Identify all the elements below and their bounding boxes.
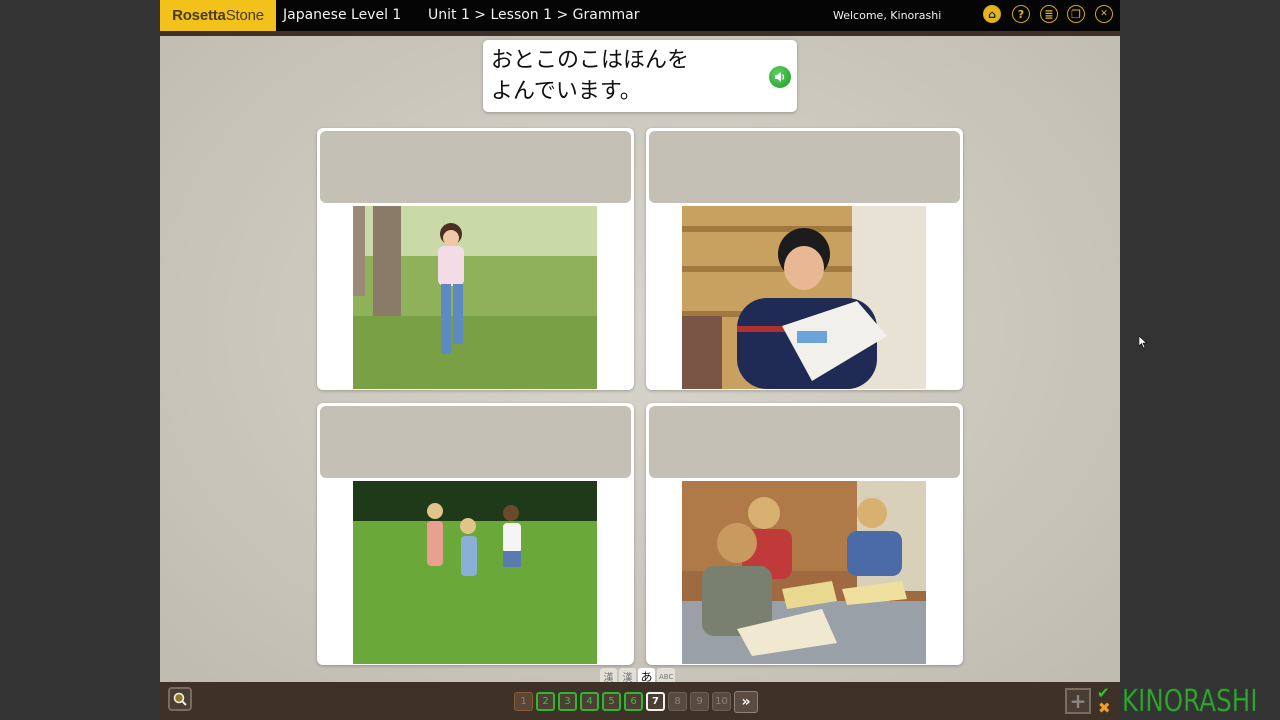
card-drop-label[interactable]: [320, 406, 631, 478]
prompt-line-1: おとこのこはほんを: [491, 48, 690, 73]
screen-pager: 1 2 3 4 5 6 7 8 9 10 »: [514, 691, 758, 713]
rosetta-stone-logo: Rosetta Stone: [160, 0, 276, 31]
card-drop-label[interactable]: [649, 131, 960, 203]
home-icon[interactable]: ⌂: [983, 5, 1001, 23]
watermark-text: KINORASHI: [1122, 684, 1258, 720]
plus-icon[interactable]: +: [1065, 688, 1091, 714]
page-button-4[interactable]: 4: [580, 692, 599, 711]
rosetta-stone-window: Rosetta Stone Japanese Level 1 Unit 1 > L…: [160, 0, 1120, 720]
photo-children-running: [353, 481, 597, 664]
breadcrumb[interactable]: Unit 1 > Lesson 1 > Grammar: [428, 7, 639, 23]
page-button-3[interactable]: 3: [558, 692, 577, 711]
logo-bold-text: Rosetta: [172, 7, 226, 24]
magnify-button[interactable]: [168, 687, 192, 711]
card-drop-label[interactable]: [320, 131, 631, 203]
photo-girl-running: [353, 206, 597, 389]
page-button-8[interactable]: 8: [668, 692, 687, 711]
photo-boy-reading: [682, 206, 926, 389]
next-screen-button[interactable]: »: [734, 691, 758, 713]
answer-card[interactable]: [317, 128, 634, 390]
mouse-cursor-icon: [1139, 336, 1148, 349]
prompt-text: おとこのこはほんを よんでいます。: [491, 45, 741, 107]
page-button-10[interactable]: 10: [712, 692, 731, 711]
magnifier-icon: [173, 692, 187, 706]
course-title: Japanese Level 1: [283, 7, 402, 23]
page-button-6[interactable]: 6: [624, 692, 643, 711]
top-bar-divider: [160, 31, 1120, 36]
answer-card[interactable]: [646, 403, 963, 665]
speaker-icon[interactable]: [769, 66, 791, 88]
card-drop-label[interactable]: [649, 406, 960, 478]
prompt-box: おとこのこはほんを よんでいます。: [483, 40, 797, 112]
answer-card[interactable]: [646, 128, 963, 390]
prompt-line-2: よんでいます。: [491, 79, 642, 104]
page-button-1[interactable]: 1: [514, 692, 533, 711]
menu-list-icon[interactable]: ≣: [1040, 5, 1058, 23]
close-icon[interactable]: ✕: [1095, 5, 1113, 23]
logo-light-text: Stone: [225, 7, 264, 24]
page-button-5[interactable]: 5: [602, 692, 621, 711]
photo-boys-reading-table: [682, 481, 926, 664]
help-icon[interactable]: ?: [1012, 5, 1030, 23]
answer-card[interactable]: [317, 403, 634, 665]
lesson-stage: [160, 36, 1120, 682]
page-button-9[interactable]: 9: [690, 692, 709, 711]
top-bar: Rosetta Stone Japanese Level 1 Unit 1 > L…: [160, 0, 1120, 31]
page-button-2[interactable]: 2: [536, 692, 555, 711]
page-button-7[interactable]: 7: [646, 692, 665, 711]
incorrect-cross-icon: ✖: [1098, 699, 1111, 717]
welcome-text: Welcome, Kinorashi: [833, 9, 942, 22]
window-restore-icon[interactable]: ❐: [1067, 5, 1085, 23]
